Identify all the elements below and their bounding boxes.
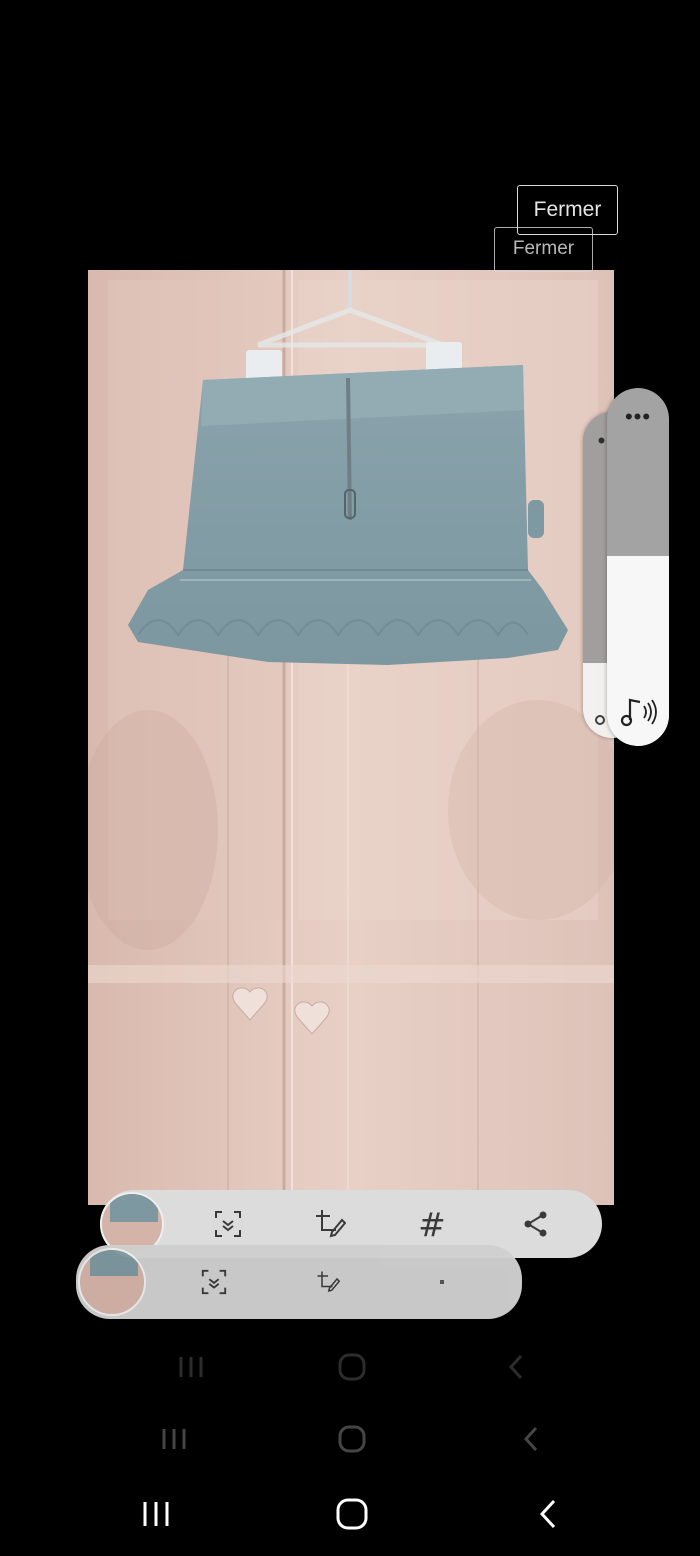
back-icon[interactable] xyxy=(501,1409,561,1469)
home-icon[interactable] xyxy=(322,1409,382,1469)
hashtag-icon[interactable]: # xyxy=(410,1202,454,1246)
scan-icon[interactable] xyxy=(206,1202,250,1246)
more-options-icon[interactable]: ••• xyxy=(607,406,669,428)
navigation-bar xyxy=(0,1484,700,1544)
home-icon[interactable] xyxy=(322,1484,382,1544)
scan-icon[interactable] xyxy=(192,1260,236,1304)
volume-slider[interactable]: ••• xyxy=(607,388,669,746)
image-toolbar-ghost xyxy=(76,1245,522,1319)
crop-edit-icon[interactable] xyxy=(308,1202,352,1246)
crop-edit-icon[interactable] xyxy=(306,1260,350,1304)
media-volume-icon[interactable] xyxy=(620,696,658,730)
photo-viewer[interactable] xyxy=(88,270,614,1205)
thumbnail[interactable] xyxy=(78,1248,146,1316)
home-icon[interactable] xyxy=(322,1337,382,1397)
back-icon[interactable] xyxy=(518,1484,578,1544)
skirt-photo xyxy=(88,270,614,1205)
recent-apps-icon[interactable] xyxy=(126,1484,186,1544)
share-icon[interactable] xyxy=(514,1202,558,1246)
navigation-bar-ghost xyxy=(0,1337,700,1397)
navigation-bar-ghost xyxy=(0,1409,700,1469)
back-icon[interactable] xyxy=(486,1337,546,1397)
recent-apps-icon[interactable] xyxy=(144,1409,204,1469)
close-button-secondary[interactable]: Fermer xyxy=(494,227,593,272)
recent-apps-icon[interactable] xyxy=(161,1337,221,1397)
hashtag-icon[interactable] xyxy=(420,1260,464,1304)
